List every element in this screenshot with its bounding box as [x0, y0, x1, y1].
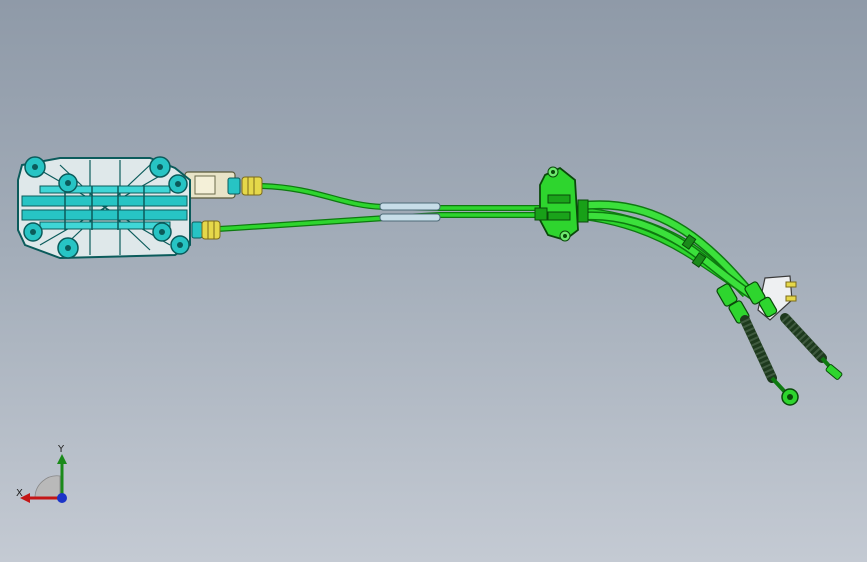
rod-clip-end[interactable] [825, 364, 843, 380]
bulkhead-grommet[interactable] [534, 166, 589, 242]
cad-viewport[interactable]: Y X [0, 0, 867, 562]
view-orientation-triad-icon[interactable]: Y X [10, 440, 80, 510]
triad-y-label: Y [57, 444, 65, 455]
cable-end-fittings[interactable] [716, 275, 843, 406]
triad-x-label: X [16, 488, 23, 499]
shifter-bracket-assembly[interactable] [17, 156, 263, 260]
shift-cables[interactable] [217, 183, 772, 308]
cable-sleeves [379, 202, 441, 222]
cable-assembly-model[interactable] [0, 0, 867, 562]
rubber-boots [740, 313, 827, 383]
